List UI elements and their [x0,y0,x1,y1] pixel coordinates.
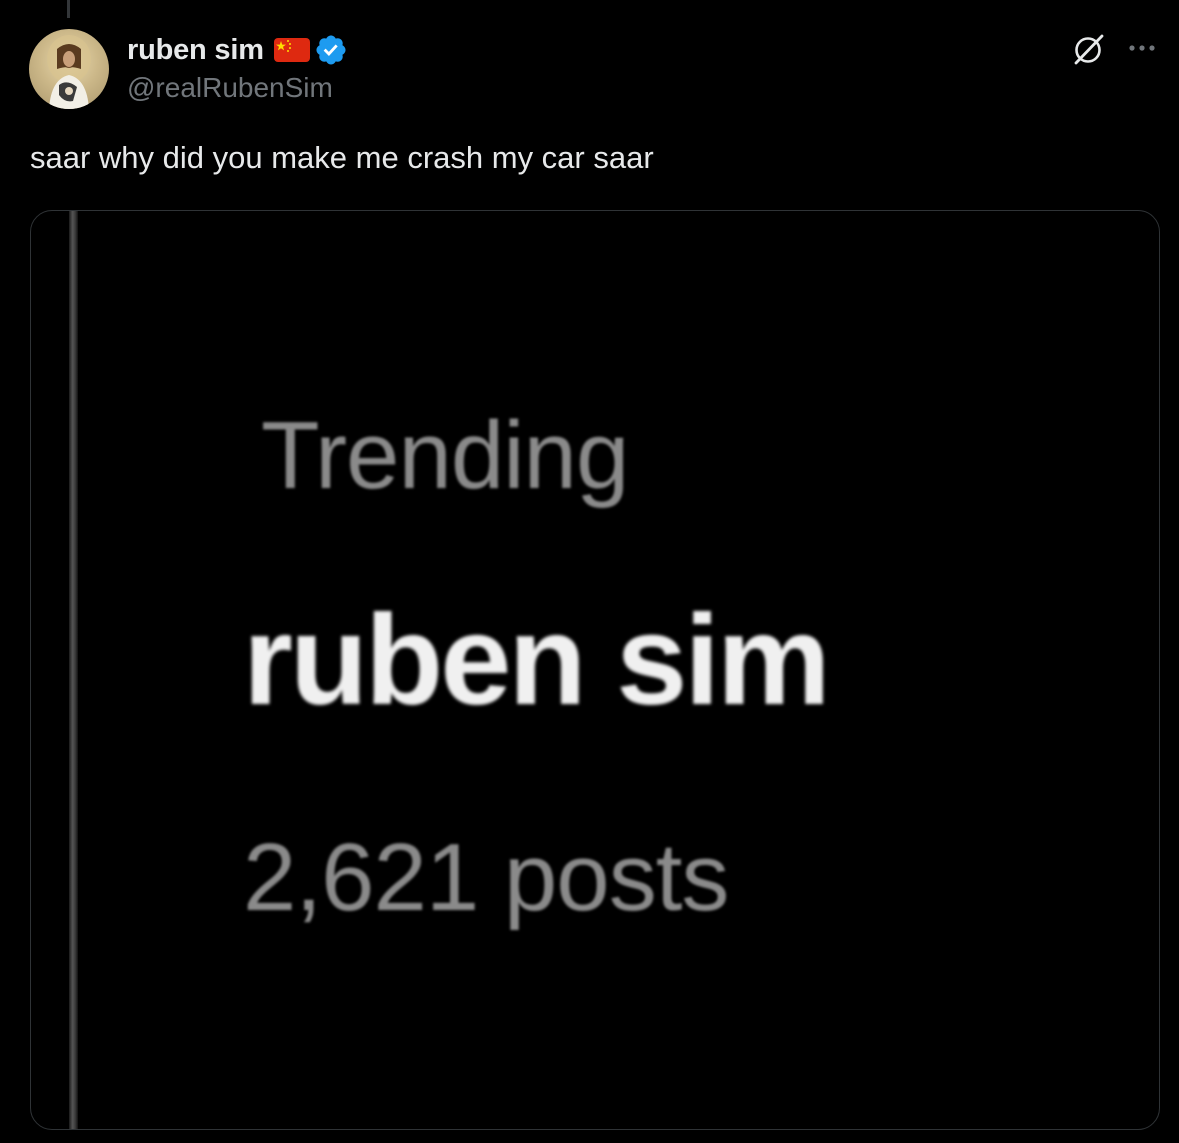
avatar[interactable] [29,29,109,109]
grok-icon[interactable] [1071,31,1107,67]
media-left-divider [69,211,78,1129]
author-display-name[interactable]: ruben sim [127,34,264,67]
thread-connector-line [67,0,70,18]
tweet-text: saar why did you make me crash my car sa… [30,140,654,175]
china-flag-icon [273,38,310,62]
media-trending-label: Trending [261,402,629,509]
avatar-image [47,35,91,109]
media-trending-topic: ruben sim [243,589,831,732]
media-post-count: 2,621 posts [243,824,729,931]
author-handle[interactable]: @realRubenSim [127,72,333,104]
more-icon[interactable] [1124,34,1160,62]
verified-badge-icon[interactable] [314,33,348,67]
author-name-row: ruben sim [127,32,348,68]
media-image[interactable]: Trending ruben sim 2,621 posts [30,210,1160,1130]
